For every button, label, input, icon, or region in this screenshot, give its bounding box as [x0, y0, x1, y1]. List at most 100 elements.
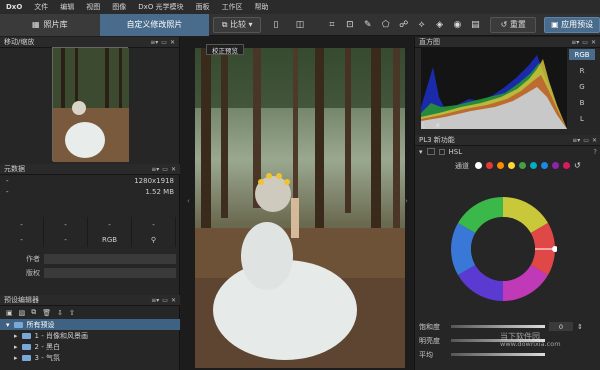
meta-label: -: [6, 176, 9, 185]
close-icon[interactable]: ✕: [170, 39, 175, 46]
hsl-checkbox[interactable]: [426, 148, 435, 155]
swatch-magenta[interactable]: [563, 162, 570, 169]
panel-menu-icon[interactable]: ≡▾: [150, 39, 158, 46]
pl3-panel-header: PL3 新功能 ≡▾ ▭ ✕: [415, 135, 600, 146]
left-panel: 移动/缩放 ≡▾ ▭ ✕ 元数据 ≡▾ ▭ ✕ - 1280x1918 - 1.52 M…: [0, 37, 180, 370]
local-adjust-icon[interactable]: ☍: [395, 17, 413, 33]
duplicate-icon[interactable]: ⧉: [31, 308, 36, 317]
import-icon[interactable]: ⇩: [57, 309, 63, 317]
close-icon[interactable]: ✕: [171, 166, 176, 173]
author-row: 作者: [0, 253, 180, 264]
apply-preset-button[interactable]: ▣ 应用预设: [544, 16, 600, 33]
menu-image[interactable]: 图像: [106, 2, 132, 12]
shadow-clip-icon[interactable]: ☾: [421, 121, 428, 130]
straighten-icon[interactable]: ⊡: [341, 17, 359, 33]
meta-cell: -: [88, 217, 132, 232]
highlight-clip-icon[interactable]: ☀: [434, 121, 441, 130]
preset-item[interactable]: ▸ 1 - 肖像和风景画: [0, 330, 180, 341]
preset-icon: ▣: [551, 20, 559, 29]
channel-l[interactable]: L: [569, 113, 595, 124]
hsl-enable-box[interactable]: [438, 148, 445, 155]
repair-icon[interactable]: ⟡: [413, 17, 431, 33]
swatch-yellow[interactable]: [508, 162, 515, 169]
preset-item-all[interactable]: ▾ 所有预设: [0, 319, 180, 330]
export-icon[interactable]: ⇧: [69, 309, 75, 317]
menu-help[interactable]: 帮助: [249, 2, 275, 12]
compare-button[interactable]: ⧉ 比较 ▾: [213, 16, 262, 33]
histogram-toggle-icon[interactable]: ▤: [466, 17, 484, 33]
close-icon[interactable]: ✕: [171, 297, 176, 304]
swatch-orange[interactable]: [497, 162, 504, 169]
compare-label: 比较: [230, 20, 246, 29]
menu-panel[interactable]: 面板: [190, 2, 216, 12]
saturation-value[interactable]: 0: [549, 322, 573, 331]
color-wheel[interactable]: [449, 195, 558, 305]
nav-panel-title: 移动/缩放: [4, 38, 35, 46]
delete-icon[interactable]: 🗑: [42, 309, 51, 317]
panel-menu-icon[interactable]: ≡▾: [151, 166, 159, 173]
collapse-left-icon[interactable]: ‹: [187, 197, 190, 205]
caret-right-icon: ▸: [14, 342, 18, 351]
panel-menu-icon[interactable]: ≡▾: [571, 39, 579, 46]
caret-down-icon[interactable]: ▾: [419, 148, 423, 156]
channel-g[interactable]: G: [569, 81, 595, 92]
close-icon[interactable]: ✕: [592, 137, 597, 144]
reset-button[interactable]: ↺ 重置: [490, 16, 537, 33]
meta-panel-title: 元数据: [4, 165, 25, 173]
copyright-label: 版权: [26, 268, 40, 277]
uniform-slider[interactable]: [451, 353, 545, 356]
pin-icon[interactable]: ▭: [162, 166, 168, 173]
swatch-purple[interactable]: [552, 162, 559, 169]
uniform-row: 平均: [415, 349, 600, 360]
panel-menu-icon[interactable]: ≡▾: [572, 137, 580, 144]
channel-r[interactable]: R: [569, 65, 595, 76]
pin-icon[interactable]: ▭: [161, 39, 167, 46]
saturation-slider[interactable]: [451, 325, 545, 328]
meta-color-space: RGB: [88, 232, 132, 247]
help-icon[interactable]: ?: [593, 148, 597, 156]
reset-channel-icon[interactable]: ↺: [574, 161, 581, 170]
caret-right-icon: ▸: [14, 353, 18, 362]
eyedropper-icon[interactable]: ✎: [359, 17, 377, 33]
panel-menu-icon[interactable]: ≡▾: [151, 297, 159, 304]
main-photo[interactable]: [195, 48, 405, 368]
copyright-field[interactable]: [44, 267, 176, 278]
menu-workspace[interactable]: 工作区: [216, 2, 249, 12]
crop-icon[interactable]: ⌗: [323, 17, 341, 33]
author-label: 作者: [26, 254, 40, 263]
tab-customize[interactable]: 自定义修改照片: [99, 13, 210, 36]
menu-optics[interactable]: DxO 光学模块: [132, 2, 189, 12]
split-view-icon[interactable]: ▯: [267, 17, 285, 33]
eraser-icon[interactable]: ◈: [431, 17, 449, 33]
caret-right-icon: ▸: [14, 331, 18, 340]
pin-icon[interactable]: ▭: [583, 137, 589, 144]
navigator-thumbnail[interactable]: [52, 47, 129, 162]
menu-view[interactable]: 视图: [80, 2, 106, 12]
swatch-cyan[interactable]: [530, 162, 537, 169]
channel-rgb[interactable]: RGB: [569, 49, 595, 60]
preset-item[interactable]: ▸ 2 - 黑白: [0, 341, 180, 352]
meta-cell: -: [44, 232, 88, 247]
eye-icon[interactable]: ◉: [449, 17, 467, 33]
tab-library[interactable]: ▦ 照片库: [0, 13, 100, 36]
new-from-image-icon[interactable]: ▧: [19, 309, 26, 317]
swatch-blue[interactable]: [541, 162, 548, 169]
swatch-red[interactable]: [486, 162, 493, 169]
preset-panel-title: 预设编辑器: [4, 296, 39, 304]
swatch-green[interactable]: [519, 162, 526, 169]
close-icon[interactable]: ✕: [591, 39, 596, 46]
collapse-right-icon[interactable]: ›: [405, 197, 408, 205]
pin-icon[interactable]: ▭: [582, 39, 588, 46]
pin-icon[interactable]: ▭: [162, 297, 168, 304]
menu-file[interactable]: 文件: [28, 2, 54, 12]
stepper-icon[interactable]: ⇕: [577, 323, 583, 331]
author-field[interactable]: [44, 253, 176, 264]
swatch-white[interactable]: [475, 162, 482, 169]
perspective-icon[interactable]: ⬠: [377, 17, 395, 33]
menu-edit[interactable]: 编辑: [54, 2, 80, 12]
new-preset-icon[interactable]: ▣: [6, 309, 13, 317]
preset-item[interactable]: ▸ 3 - 气氛: [0, 352, 180, 363]
channel-b[interactable]: B: [569, 97, 595, 108]
meta-grid-row-2: - - RGB ⚲: [0, 232, 180, 247]
side-by-side-icon[interactable]: ◫: [291, 17, 309, 33]
